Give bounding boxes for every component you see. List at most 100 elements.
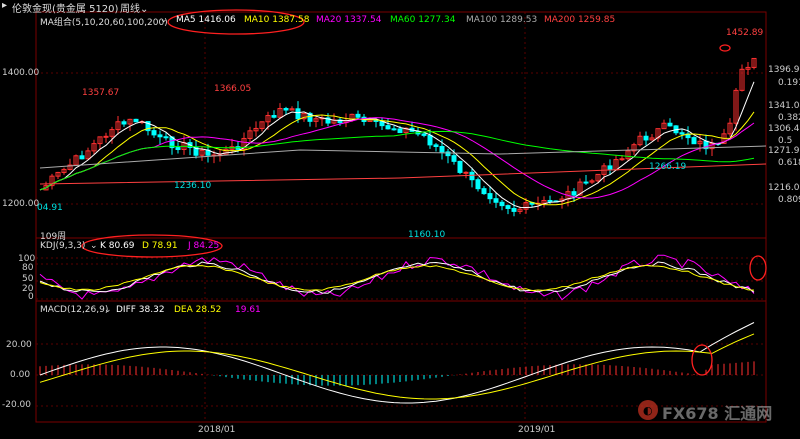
candle-body — [487, 193, 493, 200]
ma-group-chevron-icon[interactable]: ⌄ — [160, 15, 168, 25]
candle-body — [133, 118, 139, 123]
title-bar: ▸ 伦敦金现(贵金属 5120) 周线⌄ — [0, 0, 800, 15]
macd-y-20: 20.00 — [6, 340, 32, 350]
candle-body — [355, 113, 361, 118]
candle-body — [103, 135, 109, 138]
candle-body — [385, 125, 391, 130]
kdj-y-80: 80 — [22, 263, 34, 273]
fib-ratio-2: 0.382 — [778, 113, 800, 123]
watermark-text: FX678 汇通网 — [662, 404, 773, 423]
period-label: 周线 — [120, 4, 140, 15]
kdj-lines — [39, 254, 755, 301]
macd-histogram — [39, 361, 755, 386]
fib-label-3: 1306.49 — [768, 124, 800, 134]
period-selector[interactable]: 周线⌄ — [120, 0, 148, 15]
fib-label-5: 1216.02 — [768, 183, 800, 193]
menu-icon[interactable]: ▸ — [2, 0, 7, 11]
ma100-value: MA100 1289.53 — [466, 15, 538, 25]
ma10-value: MA10 1387.58 — [244, 15, 310, 25]
candle-body — [499, 201, 505, 207]
candle-body — [151, 130, 157, 136]
candle-body — [469, 171, 475, 181]
macd-diff-line — [39, 322, 755, 404]
chart-canvas[interactable]: ◐ — [0, 0, 800, 439]
svg-text:◐: ◐ — [643, 404, 653, 417]
candle-body — [619, 158, 625, 161]
ma20-value: MA20 1337.54 — [316, 15, 382, 25]
moving-average-lines — [39, 81, 767, 209]
candle-body — [397, 128, 403, 134]
macd-diff-value: DIFF 38.32 — [116, 305, 165, 315]
candle-body — [121, 121, 127, 125]
x-tick-2018: 2018/01 — [198, 425, 236, 435]
candle-body — [463, 171, 469, 174]
candle-body — [679, 132, 685, 135]
macd-chevron-icon[interactable]: ⌄ — [104, 305, 112, 315]
candle-body — [481, 188, 487, 195]
kdj-chevron-icon[interactable]: ⌄ — [90, 241, 98, 251]
x-tick-2019: 2019/01 — [518, 425, 556, 435]
candle-body — [391, 128, 397, 131]
fib-ratio-1: 0.191 — [778, 78, 800, 88]
candle-body — [607, 165, 613, 171]
kdj-d-value: D 78.91 — [142, 241, 178, 251]
candle-body — [433, 144, 439, 148]
candle-body — [511, 207, 517, 212]
ma-line — [39, 81, 755, 209]
fib-label-1: 1396.96 — [768, 65, 800, 75]
candle-body — [457, 160, 463, 173]
candle-body — [79, 155, 85, 160]
candle-body — [451, 155, 457, 162]
chevron-down-icon: ⌄ — [140, 4, 149, 15]
fib-label-4: 1271.93 — [768, 146, 800, 156]
fib-ratio-4: 0.618 — [778, 158, 800, 168]
macd-title[interactable]: MACD(12,26,9) — [40, 305, 108, 315]
kdj-y-0: 0 — [28, 292, 34, 302]
ma60-value: MA60 1277.34 — [390, 15, 456, 25]
kdj-k-value: K 80.69 — [100, 241, 135, 251]
ma-group-label[interactable]: MA组合(5,10,20,60,100,200) — [40, 15, 168, 28]
candle-body — [583, 181, 589, 184]
kdj-k-line — [39, 261, 755, 294]
y-tick-1400: 1400.00 — [2, 68, 40, 78]
macd-y-minus20: -20.00 — [2, 400, 32, 410]
candle-body — [421, 133, 427, 136]
candle-body — [271, 115, 277, 118]
annotation-low-2: 1160.10 — [408, 230, 446, 240]
macd-dea-value: DEA 28.52 — [174, 305, 222, 315]
kdj-title[interactable]: KDJ(9,3,3) — [40, 241, 85, 251]
candle-body — [643, 135, 649, 141]
grid-lines — [36, 12, 766, 422]
annotation-low-3: 1266.19 — [649, 162, 687, 172]
candle-body — [175, 147, 181, 150]
candle-body — [547, 199, 553, 202]
kdj-y-50: 50 — [22, 274, 34, 284]
candle-body — [427, 134, 433, 146]
candle-body — [691, 137, 697, 145]
candle-body — [283, 108, 289, 111]
ma5-value: MA5 1416.06 — [176, 15, 236, 25]
candlestick-series[interactable] — [43, 57, 757, 217]
macd-y-0: 0.00 — [10, 370, 31, 380]
candle-body — [571, 191, 577, 196]
annotation-high-2: 1366.05 — [214, 84, 252, 94]
candle-body — [439, 146, 445, 153]
candle-body — [493, 198, 499, 203]
candle-body — [505, 205, 511, 209]
annotation-high-1: 1357.67 — [82, 88, 120, 98]
macd-hist-value: 19.61 — [235, 305, 261, 315]
candle-body — [163, 136, 169, 139]
instrument-title[interactable]: 伦敦金现(贵金属 5120) — [12, 0, 118, 15]
fib-ratio-3: 0.5 — [778, 136, 793, 146]
fib-ratio-5: 0.809 — [778, 195, 800, 205]
candle-body — [157, 134, 163, 138]
candle-body — [667, 122, 673, 127]
candle-body — [475, 179, 481, 190]
candle-body — [295, 108, 301, 120]
watermark-logo: ◐ — [638, 400, 658, 420]
fib-label-2: 1341.04 — [768, 101, 800, 111]
annotation-left: 04.91 — [37, 203, 63, 213]
kdj-j-value: J 84.25 — [188, 241, 220, 251]
highlight-circles — [81, 9, 767, 376]
macd-lines — [39, 322, 755, 404]
